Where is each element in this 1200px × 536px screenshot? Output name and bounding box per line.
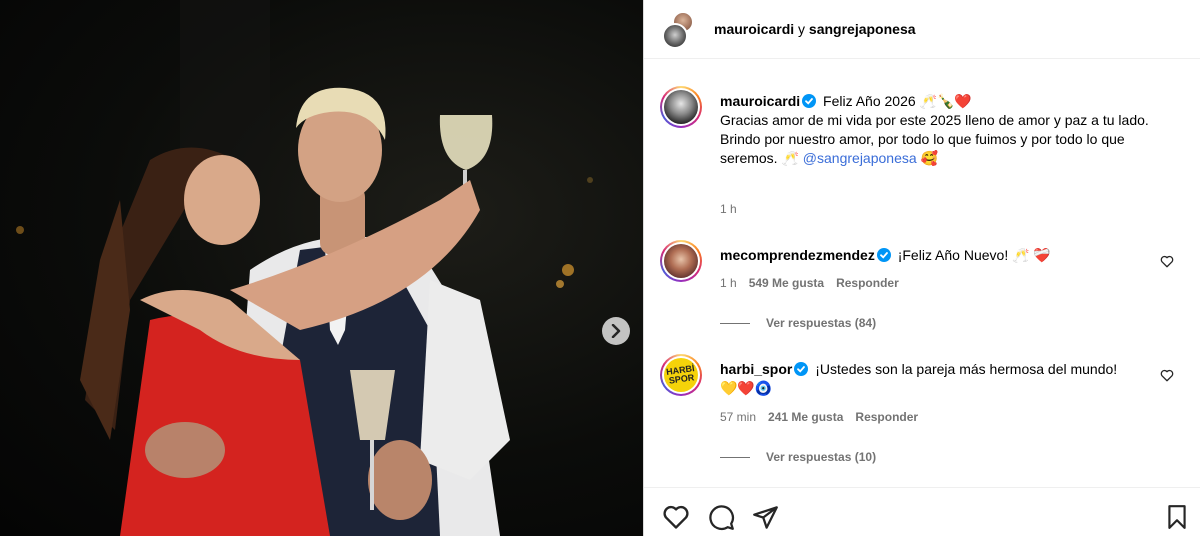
comment-emojis: 🥂 ❤️‍🩹 [1012, 247, 1051, 263]
avatar-logo-text: HARBİ SPOR [665, 363, 696, 386]
timestamp[interactable]: 57 min [720, 410, 756, 424]
avatar[interactable]: HARBİ SPOR [660, 354, 702, 396]
author-link[interactable]: mauroicardi [714, 21, 794, 37]
photo-illustration [16, 0, 593, 536]
post-side-panel: mauroicardi y sangrejaponesa mauroicardi… [643, 0, 1200, 536]
comment-meta: 57 min 241 Me gusta Responder [720, 410, 918, 424]
avatar[interactable] [660, 240, 702, 282]
bookmark-icon[interactable] [1166, 504, 1188, 530]
comment-bubble-icon[interactable] [708, 504, 735, 531]
likes-count[interactable]: 241 Me gusta [768, 410, 843, 424]
comment-text: mecomprendezmendez ¡Feliz Año Nuevo! 🥂 ❤… [720, 246, 1160, 265]
username-link[interactable]: harbi_spor [720, 361, 792, 377]
caption-emojis: 🥂🍾❤️ [919, 93, 972, 109]
comment-text: harbi_spor ¡Ustedes son la pareja más he… [720, 360, 1160, 398]
view-replies-label: Ver respuestas (10) [766, 450, 877, 464]
caption-line: Gracias amor de mi vida por este 2025 ll… [720, 112, 1149, 128]
divider [720, 322, 750, 324]
author-link[interactable]: sangrejaponesa [809, 21, 916, 37]
verified-badge-icon [802, 94, 817, 108]
comment-emojis: 💛❤️🧿 [720, 380, 773, 396]
post-header: mauroicardi y sangrejaponesa [644, 0, 1200, 59]
post-actions-bar [644, 487, 1200, 536]
avatar[interactable] [660, 86, 702, 128]
likes-count[interactable]: 549 Me gusta [749, 276, 824, 290]
username-link[interactable]: mecomprendezmendez [720, 247, 875, 263]
author-joiner: y [798, 21, 806, 37]
collab-avatars[interactable] [660, 9, 700, 49]
mention-link[interactable]: @sangrejaponesa [803, 150, 917, 166]
comment-body: ¡Feliz Año Nuevo! [897, 247, 1009, 263]
post-photo[interactable] [0, 0, 643, 536]
paper-plane-icon[interactable] [752, 504, 779, 531]
caption-line: Feliz Año 2026 [823, 93, 916, 109]
reply-button[interactable]: Responder [855, 410, 918, 424]
comment-body: ¡Ustedes son la pareja más hermosa del m… [815, 361, 1118, 377]
reply-button[interactable]: Responder [836, 276, 899, 290]
heart-icon[interactable] [1160, 369, 1174, 382]
verified-badge-icon [876, 248, 891, 262]
timestamp[interactable]: 1 h [720, 202, 737, 216]
comment-meta: 1 h 549 Me gusta Responder [720, 276, 899, 290]
post-authors: mauroicardi y sangrejaponesa [714, 21, 916, 37]
caption-text: mauroicardi Feliz Año 2026 🥂🍾❤️ Gracias … [720, 92, 1160, 168]
caption-emoji: 🥰 [920, 150, 938, 166]
avatar [662, 23, 688, 49]
view-replies-button[interactable]: Ver respuestas (10) [720, 450, 876, 464]
chevron-right-icon [611, 324, 621, 338]
next-image-button[interactable] [602, 317, 630, 345]
comments-list[interactable]: mauroicardi Feliz Año 2026 🥂🍾❤️ Gracias … [644, 60, 1200, 486]
caption-meta: 1 h [720, 202, 737, 216]
timestamp[interactable]: 1 h [720, 276, 737, 290]
heart-icon[interactable] [1160, 255, 1174, 268]
view-replies-button[interactable]: Ver respuestas (84) [720, 316, 876, 330]
heart-icon[interactable] [662, 504, 690, 530]
view-replies-label: Ver respuestas (84) [766, 316, 877, 330]
divider [720, 456, 750, 458]
verified-badge-icon [794, 362, 809, 376]
username-link[interactable]: mauroicardi [720, 93, 800, 109]
caption-emoji: 🥂 [781, 150, 799, 166]
